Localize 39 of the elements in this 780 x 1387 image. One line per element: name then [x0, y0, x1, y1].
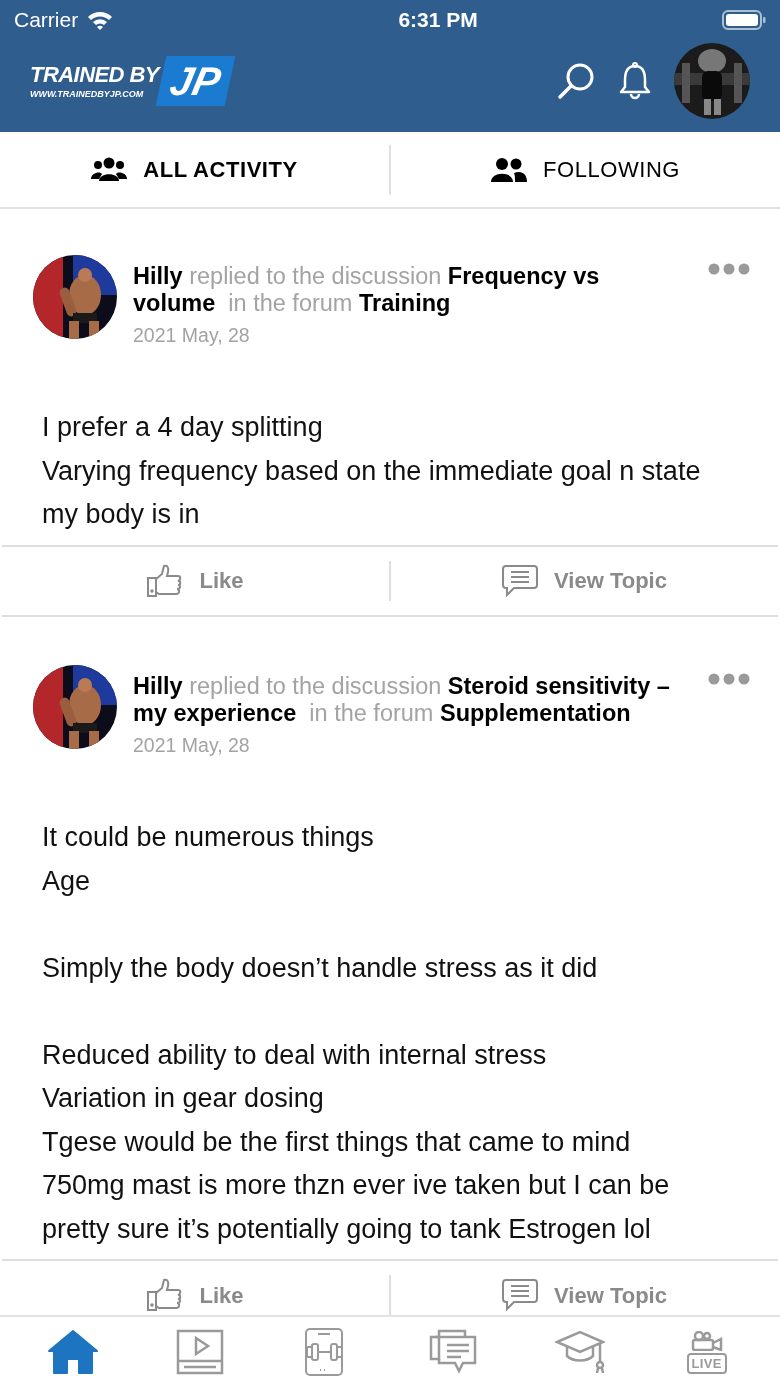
post-text: Variation in gear dosing — [42, 1082, 325, 1115]
users-icon — [491, 156, 527, 183]
group-icon — [91, 156, 128, 183]
like-button[interactable]: Like — [147, 1278, 244, 1312]
home-icon[interactable] — [48, 1329, 99, 1375]
post-text: Age — [42, 864, 92, 898]
tab[interactable]: ALL ACTIVITY — [91, 153, 298, 186]
more-icon[interactable] — [708, 263, 750, 275]
battery-icon — [722, 10, 766, 30]
video-player-icon[interactable] — [176, 1329, 224, 1375]
search-icon[interactable] — [556, 61, 596, 101]
carrier-label: Carrier — [14, 7, 79, 34]
post-text: 750mg mast is more thzn ever ive taken but I can be pretty sure it’s potentially going to tank Estrogen lol — [42, 1169, 671, 1246]
post-text: Tgese would be the first things that came to mind — [42, 1125, 632, 1159]
like-button[interactable]: Like — [147, 563, 244, 598]
post-headline: Hilly replied to the discussion Steroid sensitivity – my experience in the forum Supplementation — [133, 672, 671, 727]
clock: 6:31 PM — [398, 7, 478, 34]
comment-icon — [502, 564, 539, 597]
post-text: I prefer a 4 day splitting — [42, 411, 324, 445]
tab[interactable]: FOLLOWING — [491, 153, 680, 186]
chat-bubbles-icon[interactable] — [429, 1329, 478, 1375]
more-icon[interactable] — [708, 672, 750, 685]
video-camera-icon — [689, 1330, 724, 1351]
graduation-cap-icon[interactable] — [554, 1330, 605, 1374]
post-text: Varying frequency based on the immediate goal n state my body is in — [42, 454, 702, 532]
thumbs-up-icon — [147, 563, 184, 598]
post-text: Reduced ability to deal with internal stress — [42, 1038, 548, 1072]
view-topic-button[interactable]: View Topic — [502, 564, 667, 598]
comment-icon — [502, 1279, 539, 1311]
post-text: It could be numerous things — [42, 821, 375, 854]
logo-url: WWW.TRAINEDBYJP.COM — [30, 89, 145, 99]
post-text: Simply the body doesn’t handle stress as it did — [42, 951, 599, 985]
wifi-icon — [86, 10, 115, 30]
post-date: 2021 May, 28 — [133, 732, 251, 758]
view-topic-button[interactable]: View Topic — [502, 1278, 667, 1312]
thumbs-up-icon — [147, 1278, 184, 1312]
post-date: 2021 May, 28 — [133, 323, 251, 348]
post-headline: Hilly replied to the discussion Frequency vs volume in the forum Training — [133, 263, 601, 317]
bell-icon[interactable] — [618, 62, 652, 100]
